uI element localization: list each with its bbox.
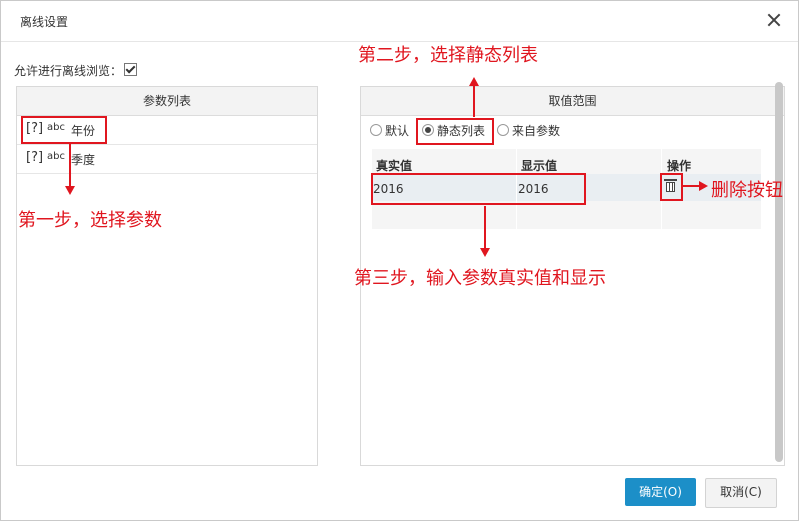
arrow-step3-line [484, 206, 486, 248]
column-header-display: 显示值 [521, 159, 558, 173]
column-header-action: 操作 [667, 159, 692, 173]
annotation-delete: 删除按钮 [711, 180, 783, 201]
param-type-icon: [?] [26, 150, 44, 165]
radio-circle[interactable] [370, 124, 382, 136]
close-icon[interactable] [766, 12, 782, 28]
radio-label: 默认 [385, 124, 410, 138]
highlight-values-box [371, 173, 586, 205]
scrollbar[interactable] [775, 82, 783, 462]
radio-label: 来自参数 [512, 124, 561, 138]
param-item-quarter[interactable]: [?] abc 季度 [17, 145, 317, 174]
highlight-delete-box [660, 173, 683, 201]
param-type-label: abc [47, 151, 65, 162]
dialog-titlebar: 离线设置 [1, 1, 798, 42]
highlight-param-box [21, 116, 107, 144]
allow-offline-row: 允许进行离线浏览： [14, 62, 138, 79]
column-header-real: 真实值 [376, 159, 413, 173]
allow-offline-label: 允许进行离线浏览： [14, 64, 123, 78]
value-range-header: 取值范围 [361, 87, 784, 116]
arrow-delete-line [681, 185, 699, 187]
radio-circle[interactable] [497, 124, 509, 136]
arrow-step3-head [480, 248, 490, 257]
radio-default[interactable]: 默认 [370, 122, 409, 139]
dialog-title: 离线设置 [20, 15, 69, 29]
arrow-step1-line [69, 142, 71, 187]
annotation-step3: 第三步，输入参数真实值和显示 [354, 268, 606, 289]
ok-button[interactable]: 确定(O) [625, 478, 696, 506]
radio-from-param[interactable]: 来自参数 [497, 122, 560, 139]
cancel-button[interactable]: 取消(C) [705, 478, 777, 508]
param-list-header: 参数列表 [17, 87, 317, 116]
arrow-step2-line [473, 84, 475, 117]
highlight-static-list-box [416, 118, 494, 145]
annotation-step2: 第二步，选择静态列表 [358, 45, 538, 66]
arrow-step1-head [65, 186, 75, 195]
arrow-delete-head [699, 181, 708, 191]
arrow-step2-head [469, 77, 479, 86]
param-name: 季度 [71, 153, 96, 167]
allow-offline-checkbox[interactable] [124, 63, 138, 76]
annotation-step1: 第一步，选择参数 [18, 210, 162, 231]
